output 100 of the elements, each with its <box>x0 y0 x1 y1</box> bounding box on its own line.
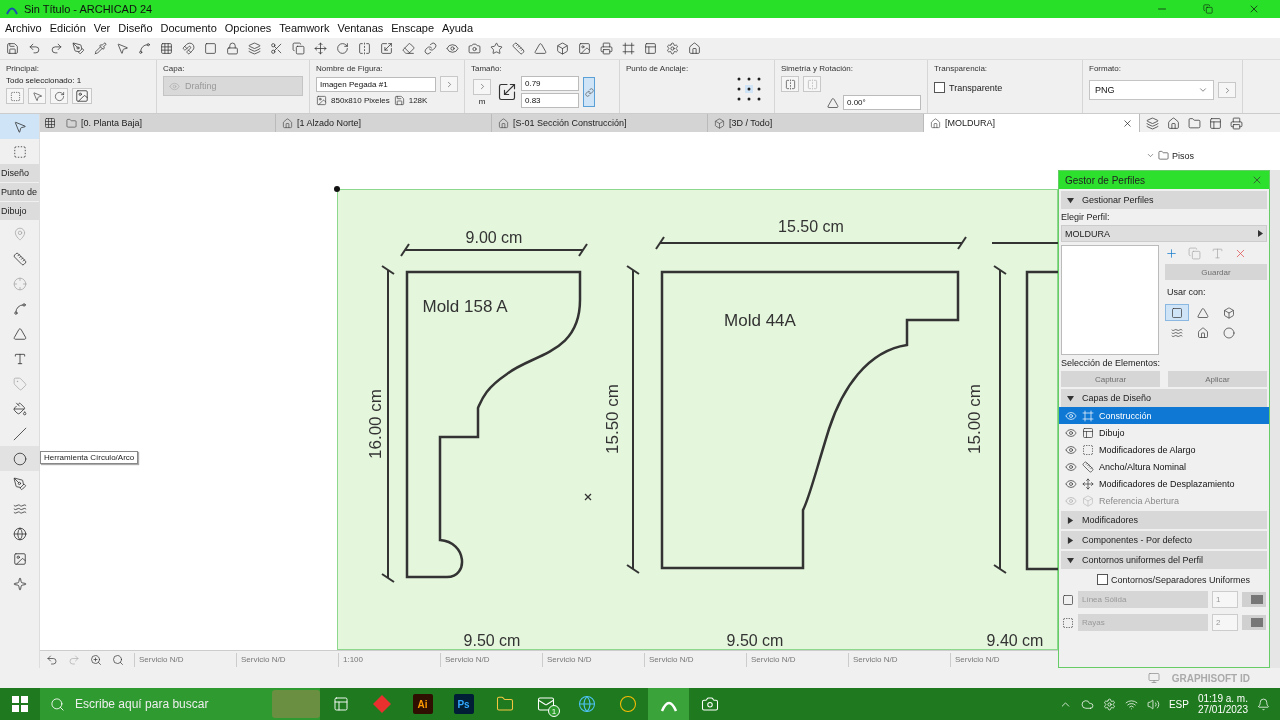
close-icon[interactable] <box>1122 117 1133 129</box>
settings-icon[interactable] <box>666 42 679 55</box>
language-indicator[interactable]: ESP <box>1168 698 1189 710</box>
disclosure-triangle-icon[interactable] <box>1067 394 1074 402</box>
rotate-icon[interactable] <box>336 42 349 55</box>
scrollbar[interactable] <box>1270 170 1280 668</box>
pointer-icon[interactable] <box>116 42 129 55</box>
section-header[interactable]: Gestionar Perfiles <box>1061 191 1267 209</box>
dimension-icon[interactable] <box>12 251 27 266</box>
monitor-icon[interactable] <box>1147 672 1160 684</box>
search-bar[interactable]: Escribe aquí para buscar <box>40 688 320 720</box>
menu-item[interactable]: Edición <box>45 18 90 38</box>
pen-color-swatch[interactable] <box>1242 615 1266 630</box>
notifications-icon[interactable] <box>1257 697 1270 711</box>
taskbar-app[interactable] <box>648 688 689 720</box>
status-item[interactable]: Servicio N/D <box>644 652 736 667</box>
link-icon[interactable] <box>584 87 594 97</box>
copy-icon[interactable] <box>292 42 305 55</box>
disclosure-triangle-icon[interactable] <box>1067 516 1074 524</box>
contour-icon[interactable] <box>1062 616 1074 629</box>
clock-time[interactable]: 01:19 a. m. <box>1197 693 1248 704</box>
mirror-icon[interactable] <box>358 42 371 55</box>
section-header[interactable]: Capas de Diseño <box>1061 389 1267 407</box>
toolbox-section-label[interactable]: Dibujo <box>0 202 39 220</box>
angle-field[interactable]: 0.00° <box>843 95 921 110</box>
clock-date[interactable]: 27/01/2023 <box>1197 704 1248 715</box>
zoom-in-icon[interactable] <box>90 653 102 666</box>
status-item[interactable]: Servicio N/D <box>440 652 532 667</box>
house-icon[interactable] <box>1167 116 1180 130</box>
magnet-icon[interactable] <box>182 42 195 55</box>
spline-icon[interactable] <box>12 501 27 516</box>
pen-color-swatch[interactable] <box>1242 592 1266 607</box>
close-icon[interactable] <box>1251 174 1263 186</box>
toolbox-section-label[interactable]: Punto de <box>0 183 39 201</box>
eye-icon[interactable] <box>446 42 459 55</box>
eye-icon[interactable] <box>1065 477 1077 490</box>
star-icon[interactable] <box>490 42 503 55</box>
marquee-tool-icon[interactable] <box>12 144 27 159</box>
taskbar-app[interactable]: Ps <box>443 688 484 720</box>
figure-name-field[interactable]: Imagen Pegada #1 <box>316 76 436 92</box>
disclosure-triangle-icon[interactable] <box>1067 556 1074 564</box>
picture-icon[interactable] <box>12 551 27 566</box>
toolbox-section-label[interactable]: Diseño <box>0 164 39 182</box>
taskbar-app[interactable]: 1 <box>525 688 566 720</box>
taskbar-app[interactable]: Ai <box>402 688 443 720</box>
move-icon[interactable] <box>314 42 327 55</box>
triangle-icon[interactable] <box>534 42 547 55</box>
settings-icon[interactable] <box>1102 697 1116 711</box>
eraser-icon[interactable] <box>402 42 415 55</box>
eye-icon[interactable] <box>1065 426 1077 439</box>
delete-icon[interactable] <box>1234 247 1247 260</box>
height-field[interactable]: 0.83 <box>521 93 579 108</box>
status-item[interactable]: 1:100 <box>338 652 430 667</box>
chevron-down-icon[interactable] <box>1198 85 1208 95</box>
folder-icon[interactable] <box>1158 150 1169 161</box>
scissors-icon[interactable] <box>270 42 283 55</box>
curve-icon[interactable] <box>12 301 27 316</box>
status-item[interactable]: Servicio N/D <box>950 652 1042 667</box>
undo-icon[interactable] <box>46 653 58 666</box>
scale-icon[interactable] <box>380 42 393 55</box>
volume-icon[interactable] <box>1146 697 1160 711</box>
menu-item[interactable]: Diseño <box>114 18 157 38</box>
circle-icon[interactable] <box>12 451 27 466</box>
layers-icon[interactable] <box>248 42 261 55</box>
globe-icon[interactable] <box>12 526 27 541</box>
status-item[interactable]: Servicio N/D <box>848 652 940 667</box>
menu-item[interactable]: Archivo <box>1 18 46 38</box>
chevron-down-icon[interactable] <box>1146 151 1155 160</box>
layer-row[interactable]: Construcción <box>1059 407 1269 424</box>
contour-icon[interactable] <box>1062 593 1074 606</box>
polyline-icon[interactable] <box>12 476 27 491</box>
pen-icon[interactable] <box>72 42 85 55</box>
grid-icon[interactable] <box>160 42 173 55</box>
anchor-point-grid-icon[interactable] <box>736 76 762 102</box>
grid-view-icon[interactable] <box>44 117 56 129</box>
profile-select[interactable]: MOLDURA <box>1061 225 1267 242</box>
folder-icon[interactable] <box>1188 116 1201 130</box>
status-item[interactable]: Servicio N/D <box>134 652 226 667</box>
square-icon[interactable] <box>204 42 217 55</box>
checkbox[interactable] <box>1097 574 1108 585</box>
save-icon[interactable] <box>6 42 19 55</box>
menu-item[interactable]: Enscape <box>387 18 439 38</box>
eye-icon[interactable] <box>1065 460 1077 473</box>
redo-icon[interactable] <box>50 42 63 55</box>
pasted-image[interactable]: 9.00 cm 16.00 cm Mold 158 A 15.50 cm 15.50 cm Mold 44A 15.00 cm 9.50 cm 9.50 cm 9.40 cm <box>337 189 1058 650</box>
disclosure-triangle-icon[interactable] <box>1067 196 1074 204</box>
cloud-icon[interactable] <box>1080 697 1094 711</box>
layout-icon[interactable] <box>1209 116 1222 130</box>
add-profile-icon[interactable] <box>1165 247 1178 260</box>
link-toggle[interactable] <box>583 77 595 107</box>
lock-icon[interactable] <box>226 42 239 55</box>
layer-row[interactable]: Modificadores de Desplazamiento <box>1059 475 1269 492</box>
status-item[interactable]: Servicio N/D <box>236 652 328 667</box>
menu-item[interactable]: Ventanas <box>333 18 388 38</box>
view-tab[interactable]: [MOLDURA] <box>924 114 1140 132</box>
wifi-icon[interactable] <box>1124 697 1138 711</box>
menu-item[interactable]: Ver <box>89 18 115 38</box>
use-with-option[interactable] <box>1165 304 1189 321</box>
image-icon[interactable] <box>578 42 591 55</box>
pointer-tool-icon[interactable] <box>12 119 27 134</box>
